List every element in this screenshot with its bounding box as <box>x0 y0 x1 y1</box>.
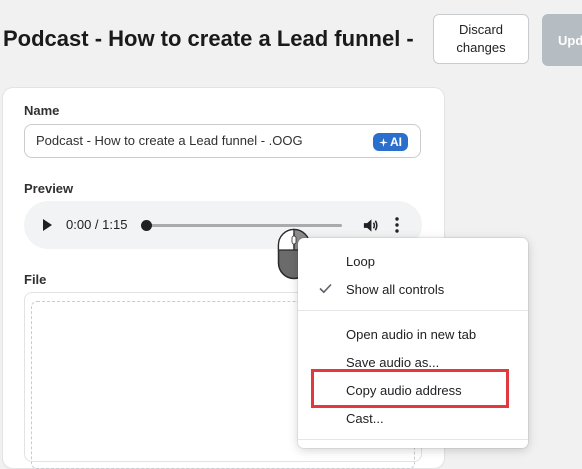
file-label: File <box>24 272 47 287</box>
preview-label: Preview <box>24 181 74 196</box>
menu-separator <box>298 310 528 311</box>
highlight-annotation <box>311 369 509 408</box>
discard-changes-button[interactable]: Discard changes <box>433 14 529 64</box>
checkmark-icon <box>319 283 332 294</box>
menu-item-open-in-new-tab[interactable]: Open audio in new tab <box>346 327 476 342</box>
name-field-value: Podcast - How to create a Lead funnel - … <box>36 133 303 148</box>
name-field[interactable]: Podcast - How to create a Lead funnel - … <box>24 124 421 158</box>
menu-item-cast[interactable]: Cast... <box>346 411 384 426</box>
seek-thumb[interactable] <box>141 220 152 231</box>
ai-label: AI <box>390 135 402 149</box>
volume-icon[interactable] <box>362 217 379 234</box>
sparkle-icon <box>379 137 388 147</box>
audio-time: 0:00 / 1:15 <box>66 217 128 232</box>
seek-bar[interactable] <box>146 224 342 227</box>
ai-button[interactable]: AI <box>373 133 408 151</box>
menu-item-show-all-controls[interactable]: Show all controls <box>346 282 444 297</box>
play-icon[interactable] <box>43 219 52 231</box>
update-button[interactable]: Upd <box>542 14 582 66</box>
more-vert-icon[interactable] <box>394 216 400 234</box>
name-label: Name <box>24 103 60 118</box>
page-title: Podcast - How to create a Lead funnel - <box>3 26 414 51</box>
menu-separator <box>298 439 528 440</box>
menu-item-loop[interactable]: Loop <box>346 254 375 269</box>
menu-item-save-audio-as[interactable]: Save audio as... <box>346 355 439 370</box>
audio-context-menu: Loop Show all controls Open audio in new… <box>298 238 528 448</box>
